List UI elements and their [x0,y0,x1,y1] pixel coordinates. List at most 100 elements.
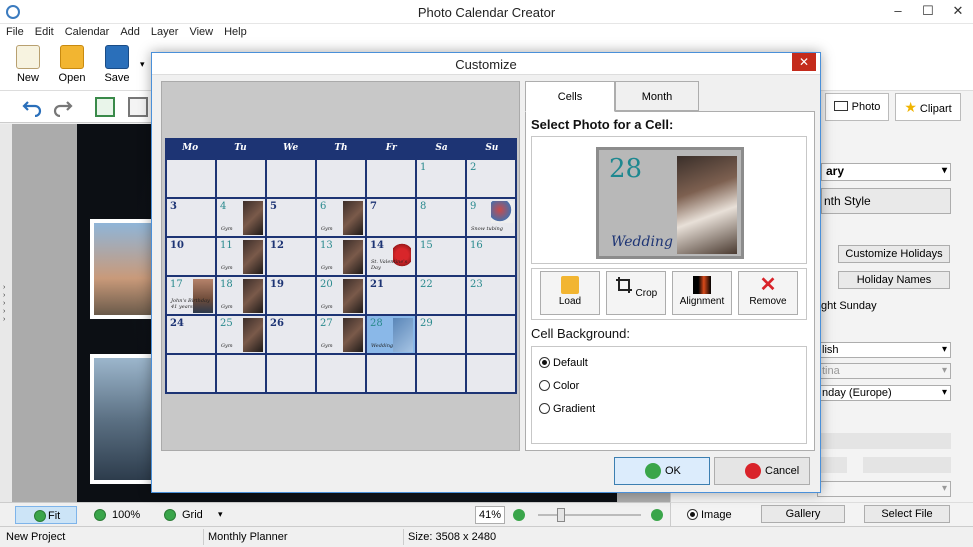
zoom-slider-handle[interactable] [557,508,565,522]
menu-layer[interactable]: Layer [145,24,184,38]
calendar-day-cell[interactable] [417,355,467,394]
calendar-day-cell[interactable]: 25 Gym [217,316,267,355]
photo-tools: Load Crop Alignment ✕ Remove [531,268,807,320]
calendar-day-cell[interactable]: 21 [367,277,417,316]
language-select[interactable]: lish [817,342,951,358]
dialog-close-button[interactable]: ✕ [792,53,816,71]
left-collapse-strip[interactable]: › › › › › [0,124,12,502]
close-window-button[interactable]: ✕ [943,0,973,22]
page-settings-icon[interactable] [128,97,148,117]
ok-button[interactable]: OK [614,457,710,485]
tab-clipart[interactable]: ★ Clipart [895,93,961,121]
calendar-day-cell[interactable]: 20 Gym [317,277,367,316]
calendar-day-cell[interactable]: 24 [167,316,217,355]
calendar-day-cell[interactable]: 7 [367,199,417,238]
image-radio[interactable]: Image [687,509,732,521]
menu-file[interactable]: File [0,24,29,38]
calendar-day-cell[interactable]: 17 John's Birthday 41 years [167,277,217,316]
calendar-day-cell[interactable] [167,355,217,394]
tab-month[interactable]: Month [615,81,699,111]
menu-help[interactable]: Help [218,24,252,38]
calendar-day-cell[interactable]: 6 Gym [317,199,367,238]
calendar-day-cell[interactable] [217,355,267,394]
zoom-slider-track[interactable] [538,514,641,516]
remove-button[interactable]: ✕ Remove [738,271,798,315]
calendar-day-cell[interactable] [317,160,367,199]
select-file-button[interactable]: Select File [864,505,950,523]
calendar-day-cell[interactable] [367,160,417,199]
zoom-out-icon[interactable] [513,509,525,521]
new-button[interactable]: New [8,45,48,84]
calendar-day-cell[interactable]: 29 [417,316,467,355]
grid-dropdown-icon[interactable]: ▾ [218,509,223,520]
add-page-icon[interactable] [95,97,115,117]
radio-default[interactable]: Default [539,357,588,369]
calendar-day-cell[interactable]: 23 [467,277,517,316]
calendar-day-cell[interactable] [267,355,317,394]
radio-color[interactable]: Color [539,380,579,392]
radio-gradient[interactable]: Gradient [539,403,595,415]
day-event: John's Birthday 41 years [171,298,210,310]
calendar-day-cell[interactable]: 18 Gym [217,277,267,316]
crop-button[interactable]: Crop [606,271,666,315]
fit-button[interactable]: Fit [15,506,77,524]
calendar-day-cell[interactable]: 15 [417,238,467,277]
minimize-button[interactable]: – [883,0,913,22]
menu-view[interactable]: View [183,24,218,38]
calendar-day-cell[interactable]: 3 [167,199,217,238]
calendar-day-cell[interactable]: 9 Snow tubing [467,199,517,238]
tab-photo[interactable]: Photo [825,93,889,121]
calendar-day-cell[interactable]: 8 [417,199,467,238]
zoom-level-field[interactable]: 41% [475,506,505,524]
calendar-day-cell[interactable]: 10 [167,238,217,277]
calendar-day-cell[interactable]: 16 [467,238,517,277]
save-dropdown-icon[interactable]: ▾ [140,59,145,70]
cancel-button[interactable]: Cancel [714,457,810,485]
calendar-day-cell[interactable] [467,316,517,355]
country-select[interactable]: tina [817,363,951,379]
customize-holidays-button[interactable]: Customize Holidays [838,245,950,263]
zoom-in-icon[interactable] [651,509,663,521]
calendar-day-cell[interactable] [267,160,317,199]
image-source-row: Image Gallery Select File [670,502,973,526]
calendar-day-cell[interactable]: 11 Gym [217,238,267,277]
calendar-day-cell[interactable]: 1 [417,160,467,199]
calendar-day-cell[interactable] [317,355,367,394]
holiday-names-button[interactable]: Holiday Names [838,271,950,289]
grid-button[interactable]: Grid [160,506,203,524]
calendar-day-cell[interactable]: 28 Wedding [367,316,417,355]
calendar-day-cell[interactable]: 27 Gym [317,316,367,355]
calendar-day-cell[interactable]: 14 St. Valentine's Day [367,238,417,277]
calendar-day-cell[interactable]: 22 [417,277,467,316]
gallery-button[interactable]: Gallery [761,505,845,523]
calendar-day-cell[interactable]: 5 [267,199,317,238]
menu-edit[interactable]: Edit [29,24,59,38]
undo-icon[interactable] [22,97,42,117]
collapse-arrows-icon[interactable]: › › › › › [3,284,5,324]
maximize-button[interactable]: ☐ [913,0,943,22]
calendar-day-cell[interactable] [367,355,417,394]
calendar-day-cell[interactable]: 13 Gym [317,238,367,277]
menu-add[interactable]: Add [114,24,145,38]
calendar-day-cell[interactable]: 2 [467,160,517,199]
month-style-button[interactable]: nth Style [821,188,951,214]
calendar-day-cell[interactable] [217,160,267,199]
alignment-button[interactable]: Alignment [672,271,732,315]
calendar-day-cell[interactable]: 26 [267,316,317,355]
save-button[interactable]: Save [97,45,137,84]
highlight-sunday-label[interactable]: ght Sunday [821,300,877,312]
open-button[interactable]: Open [52,45,92,84]
calendar-day-cell[interactable]: 19 [267,277,317,316]
tab-cells[interactable]: Cells [525,81,615,112]
month-select[interactable]: ary [821,163,951,181]
day-event: Wedding [371,343,394,349]
zoom-100-button[interactable]: 100% [90,506,140,524]
calendar-day-cell[interactable] [167,160,217,199]
redo-icon[interactable] [53,97,73,117]
week-start-select[interactable]: nday (Europe) [817,385,951,401]
calendar-day-cell[interactable]: 12 [267,238,317,277]
load-button[interactable]: Load [540,271,600,315]
calendar-day-cell[interactable] [467,355,517,394]
menu-calendar[interactable]: Calendar [59,24,115,38]
calendar-day-cell[interactable]: 4 Gym [217,199,267,238]
